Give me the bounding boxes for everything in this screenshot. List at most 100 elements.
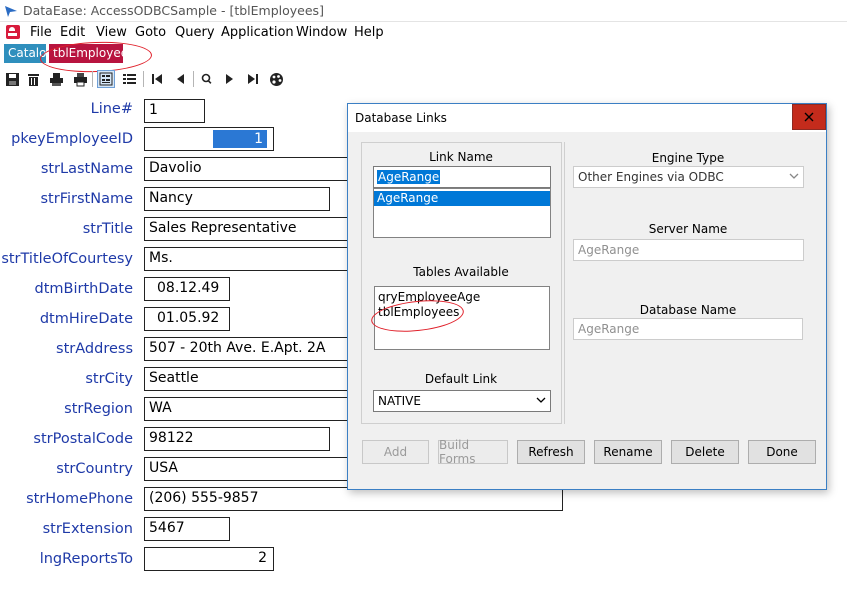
dialog-title-bar[interactable]: Database Links bbox=[348, 104, 826, 132]
close-button[interactable] bbox=[792, 104, 826, 130]
toolbar-separator bbox=[193, 71, 194, 87]
birth-date-field[interactable]: 08.12.49 bbox=[144, 277, 230, 301]
refresh-button[interactable]: Refresh bbox=[517, 440, 585, 464]
menu-view[interactable]: View bbox=[96, 25, 127, 40]
delete-button[interactable]: Delete bbox=[671, 440, 739, 464]
chevron-down-icon bbox=[536, 397, 546, 403]
field-label-lastname: strLastName bbox=[40, 161, 133, 177]
field-label-hiredate: dtmHireDate bbox=[39, 311, 133, 327]
print-button[interactable] bbox=[71, 70, 89, 88]
menu-application[interactable]: Application bbox=[221, 25, 294, 40]
toolbar-separator bbox=[143, 71, 144, 87]
group-divider bbox=[564, 142, 565, 424]
city-field[interactable]: Seattle bbox=[144, 367, 363, 391]
hire-date-field[interactable]: 01.05.92 bbox=[144, 307, 230, 331]
postal-code-field[interactable]: 98122 bbox=[144, 427, 330, 451]
last-record-icon bbox=[248, 74, 258, 84]
print-preview-icon bbox=[49, 72, 63, 86]
last-record-button[interactable] bbox=[244, 70, 262, 88]
next-record-icon bbox=[226, 74, 233, 84]
list-view-icon bbox=[122, 74, 136, 84]
server-name-label: Server Name bbox=[648, 222, 728, 236]
menu-file[interactable]: File bbox=[30, 25, 52, 40]
server-name-input[interactable]: AgeRange bbox=[573, 239, 804, 261]
print-preview-button[interactable] bbox=[47, 70, 65, 88]
list-view-button[interactable] bbox=[120, 70, 138, 88]
menu-bar: File Edit View Goto Query Application Wi… bbox=[0, 22, 847, 43]
link-name-list[interactable]: AgeRange bbox=[373, 188, 551, 238]
field-label-city: strCity bbox=[85, 371, 133, 387]
next-record-button[interactable] bbox=[221, 70, 239, 88]
app-logo-icon bbox=[5, 6, 17, 17]
link-name-label: Link Name bbox=[429, 150, 493, 164]
menu-edit[interactable]: Edit bbox=[60, 25, 85, 40]
palette-icon bbox=[269, 72, 283, 86]
default-link-value: NATIVE bbox=[378, 394, 421, 408]
document-icon[interactable] bbox=[6, 25, 20, 39]
menu-help[interactable]: Help bbox=[354, 25, 384, 40]
home-phone-field[interactable]: (206) 555-9857 bbox=[144, 487, 563, 511]
first-record-icon bbox=[152, 74, 162, 84]
link-name-value: AgeRange bbox=[377, 170, 441, 184]
menu-window[interactable]: Window bbox=[296, 25, 347, 40]
search-icon bbox=[201, 73, 212, 84]
save-button[interactable] bbox=[3, 70, 21, 88]
previous-record-button[interactable] bbox=[171, 70, 189, 88]
done-button[interactable]: Done bbox=[748, 440, 816, 464]
engine-type-value: Other Engines via ODBC bbox=[578, 170, 724, 184]
first-name-field[interactable]: Nancy bbox=[144, 187, 330, 211]
delete-icon bbox=[27, 73, 39, 86]
field-label-postalcode: strPostalCode bbox=[33, 431, 133, 447]
employee-id-field[interactable]: 1 bbox=[144, 127, 274, 151]
employee-id-value: 1 bbox=[213, 130, 267, 148]
search-button[interactable] bbox=[198, 70, 216, 88]
add-button[interactable]: Add bbox=[362, 440, 429, 464]
address-field[interactable]: 507 - 20th Ave. E.Apt. 2A bbox=[144, 337, 363, 361]
toolbar bbox=[0, 67, 847, 93]
field-label-reportsto: lngReportsTo bbox=[39, 551, 133, 567]
engine-type-select[interactable]: Other Engines via ODBC bbox=[573, 166, 804, 188]
title-field[interactable]: Sales Representative bbox=[144, 217, 363, 241]
first-record-button[interactable] bbox=[148, 70, 166, 88]
title-of-courtesy-field[interactable]: Ms. bbox=[144, 247, 363, 271]
delete-button[interactable] bbox=[24, 70, 42, 88]
dialog-title: Database Links bbox=[355, 111, 447, 125]
save-icon bbox=[5, 72, 19, 86]
last-name-field[interactable]: Davolio bbox=[144, 157, 363, 181]
extension-field[interactable]: 5467 bbox=[144, 517, 230, 541]
form-view-button[interactable] bbox=[97, 70, 115, 88]
build-forms-button[interactable]: Build Forms bbox=[438, 438, 508, 466]
field-label-pkey: pkeyEmployeeID bbox=[11, 131, 133, 147]
menu-query[interactable]: Query bbox=[175, 25, 215, 40]
engine-type-label: Engine Type bbox=[651, 151, 725, 165]
palette-button[interactable] bbox=[267, 70, 285, 88]
database-links-dialog: Database Links Link Name AgeRange AgeRan… bbox=[347, 103, 827, 490]
database-name-label: Database Name bbox=[639, 303, 737, 317]
field-label-region: strRegion bbox=[64, 401, 133, 417]
field-label-birthdate: dtmBirthDate bbox=[34, 281, 133, 297]
title-bar: DataEase: AccessODBCSample - [tblEmploye… bbox=[0, 0, 847, 22]
field-label-courtesy: strTitleOfCourtesy bbox=[1, 251, 133, 267]
rename-button[interactable]: Rename bbox=[594, 440, 662, 464]
link-name-input[interactable]: AgeRange bbox=[373, 166, 551, 188]
field-label-extension: strExtension bbox=[42, 521, 133, 537]
list-item[interactable]: AgeRange bbox=[374, 191, 550, 206]
field-label-title: strTitle bbox=[82, 221, 133, 237]
chevron-down-icon bbox=[789, 173, 799, 179]
menu-goto[interactable]: Goto bbox=[135, 25, 166, 40]
region-field[interactable]: WA bbox=[144, 397, 363, 421]
default-link-select[interactable]: NATIVE bbox=[373, 390, 551, 412]
field-label-country: strCountry bbox=[56, 461, 133, 477]
tables-available-label: Tables Available bbox=[413, 265, 509, 279]
line-number-field[interactable]: 1 bbox=[144, 99, 205, 123]
form-view-icon bbox=[99, 72, 113, 86]
country-field[interactable]: USA bbox=[144, 457, 363, 481]
window-title: DataEase: AccessODBCSample - [tblEmploye… bbox=[23, 3, 324, 18]
print-icon bbox=[73, 72, 87, 86]
reports-to-field[interactable]: 2 bbox=[144, 547, 274, 571]
field-label-firstname: strFirstName bbox=[40, 191, 134, 207]
database-name-input[interactable]: AgeRange bbox=[573, 318, 803, 340]
close-icon bbox=[804, 112, 814, 122]
default-link-label: Default Link bbox=[424, 372, 498, 386]
field-label-line: Line# bbox=[90, 101, 133, 117]
